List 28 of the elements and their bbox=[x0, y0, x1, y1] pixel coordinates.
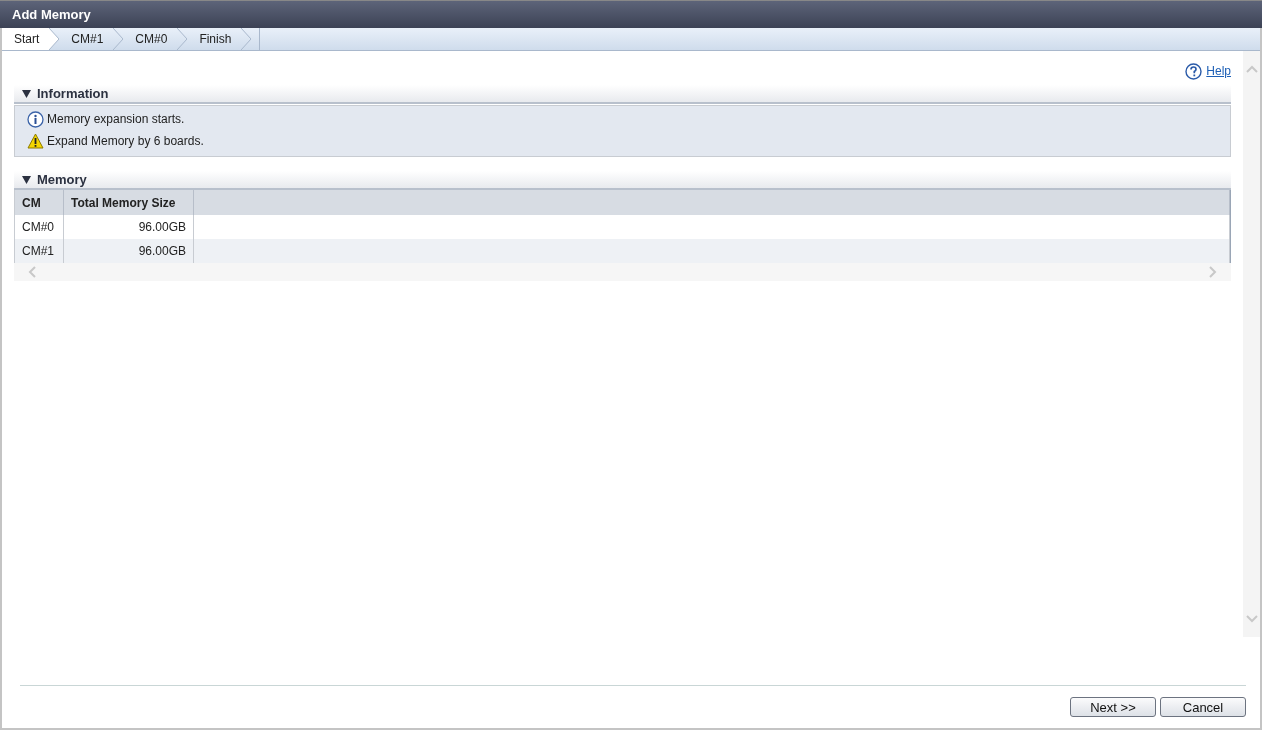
window-title: Add Memory bbox=[0, 0, 1262, 28]
warning-icon bbox=[27, 133, 44, 149]
message-text: Expand Memory by 6 boards. bbox=[47, 134, 204, 148]
help-link[interactable]: Help bbox=[1206, 64, 1231, 78]
column-header[interactable]: CM bbox=[15, 190, 64, 215]
horizontal-scrollbar[interactable] bbox=[14, 263, 1231, 281]
scroll-up-icon[interactable] bbox=[1245, 65, 1258, 73]
section-title: Information bbox=[37, 86, 109, 101]
wizard-step: Finish bbox=[187, 28, 242, 50]
scroll-right-icon[interactable] bbox=[1209, 266, 1217, 278]
info-icon bbox=[27, 110, 44, 128]
wizard-button[interactable]: Next >> bbox=[1070, 697, 1156, 717]
collapse-triangle-icon[interactable] bbox=[22, 89, 31, 98]
collapse-triangle-icon[interactable] bbox=[22, 175, 31, 184]
wizard-step: CM#0 bbox=[123, 28, 178, 50]
wizard-step: CM#1 bbox=[59, 28, 114, 50]
scroll-down-icon[interactable] bbox=[1245, 615, 1258, 623]
scroll-left-icon[interactable] bbox=[28, 266, 36, 278]
section-header[interactable]: Information bbox=[14, 85, 1231, 104]
column-header[interactable]: Total Memory Size bbox=[63, 190, 194, 215]
message-text: Memory expansion starts. bbox=[47, 112, 185, 126]
section-header[interactable]: Memory bbox=[14, 171, 1231, 190]
table-cell: CM#1 bbox=[15, 239, 64, 263]
vertical-scrollbar[interactable] bbox=[1243, 51, 1260, 637]
section-title: Memory bbox=[37, 172, 87, 187]
table-cell: 96.00GB bbox=[63, 239, 194, 263]
help-icon[interactable] bbox=[1185, 62, 1203, 80]
wizard-button[interactable]: Cancel bbox=[1160, 697, 1246, 717]
